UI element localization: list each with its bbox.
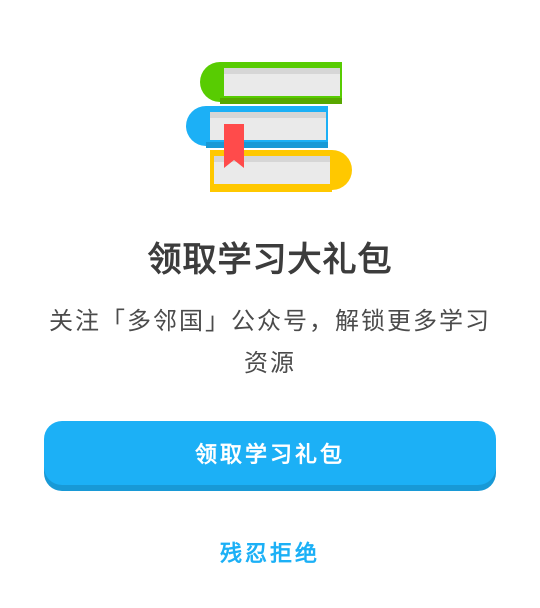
dialog-title: 领取学习大礼包 bbox=[147, 240, 393, 280]
gift-dialog: 领取学习大礼包 关注「多邻国」公众号，解锁更多学习资源 领取学习礼包 残忍拒绝 bbox=[0, 0, 540, 608]
stacked-books-icon bbox=[186, 58, 354, 198]
claim-gift-button[interactable]: 领取学习礼包 bbox=[44, 421, 496, 485]
decline-button[interactable]: 残忍拒绝 bbox=[170, 530, 370, 574]
dialog-description: 关注「多邻国」公众号，解锁更多学习资源 bbox=[49, 307, 491, 377]
